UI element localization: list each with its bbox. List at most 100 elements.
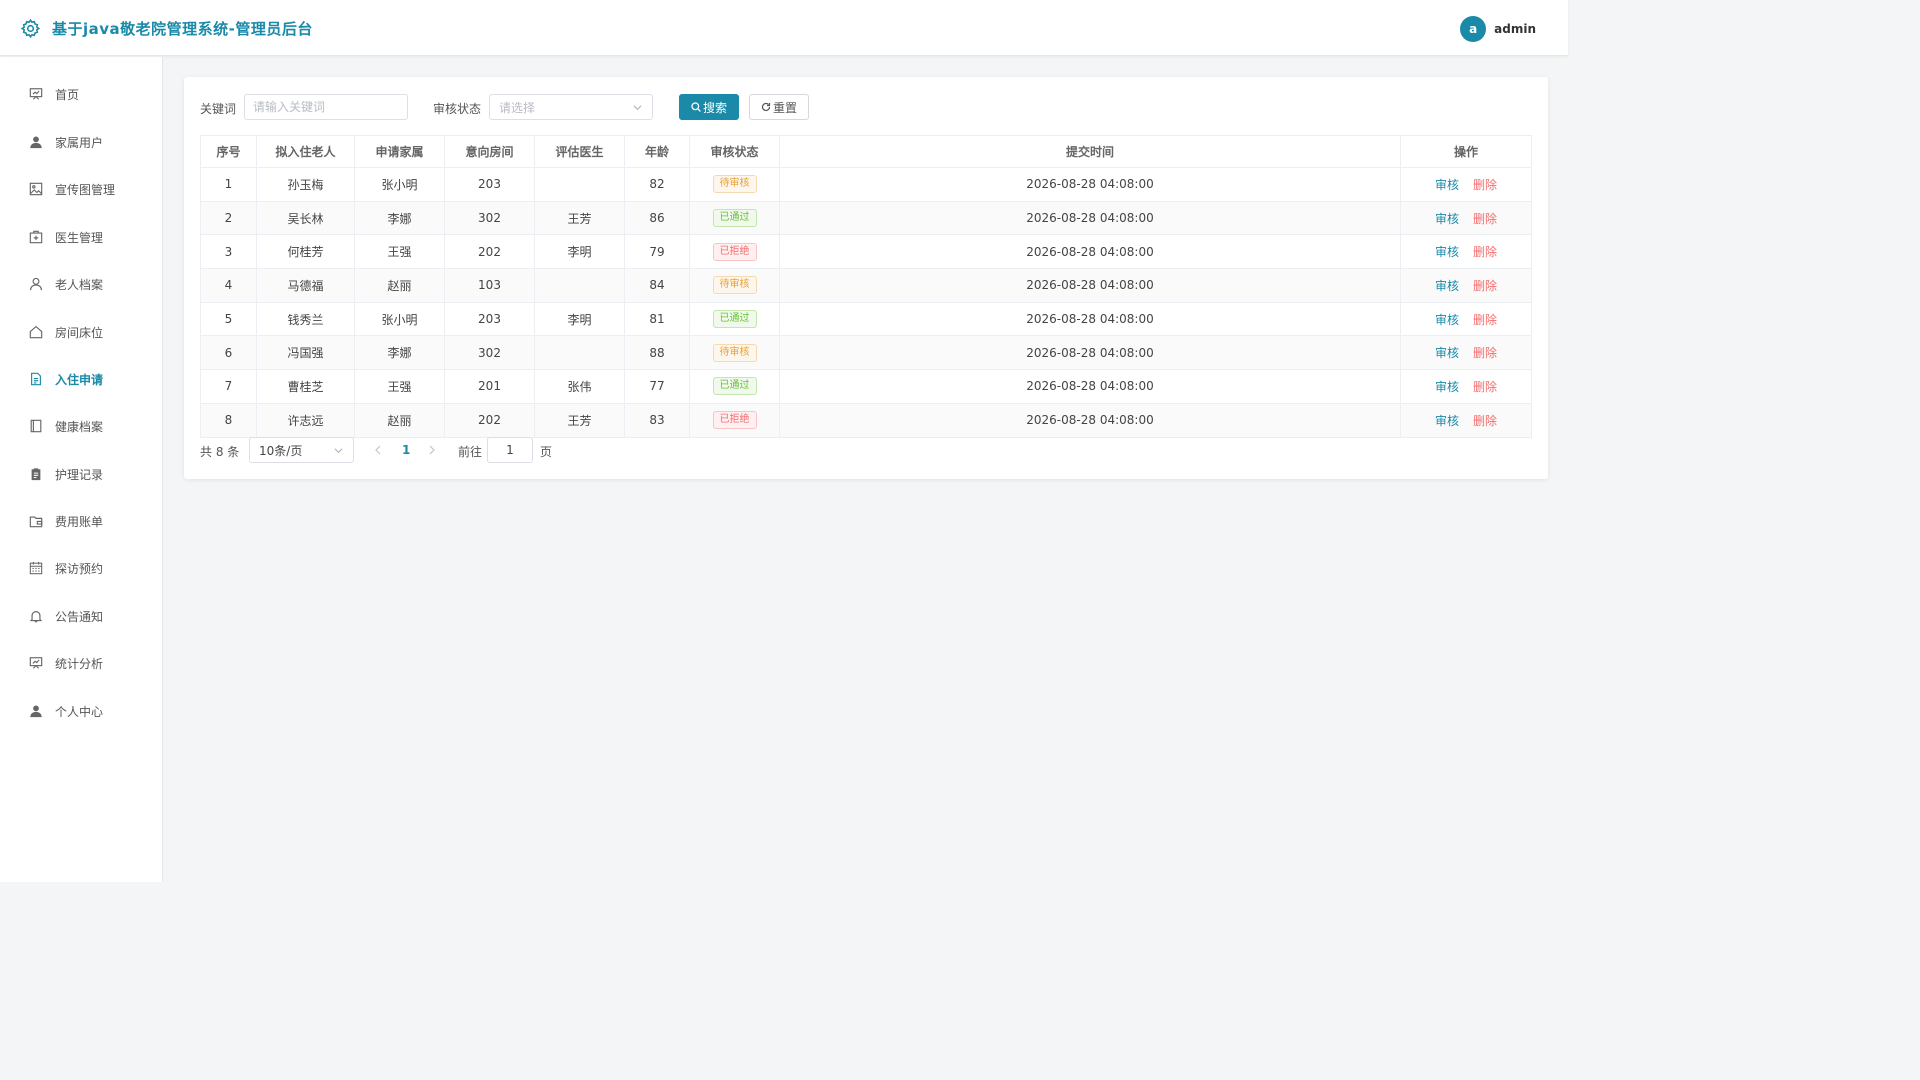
elder-name-cell: 曹桂芝 [256, 369, 355, 404]
delete-button[interactable]: 删除 [1473, 176, 1497, 193]
elder-name-cell: 冯国强 [256, 335, 355, 371]
actions-cell: 审核 删除 [1400, 200, 1532, 236]
table-row: 3 何桂芳 王强 202 李明 79 已拒绝 2026-08-28 04:08:00 审核 删除 [200, 234, 1532, 270]
room-cell: 302 [444, 200, 535, 236]
status-select[interactable]: 请选择 [489, 94, 653, 120]
user-menu[interactable]: a admin [1460, 16, 1536, 42]
sidebar-item-bills[interactable]: 费用账单 [0, 501, 162, 541]
column-header[interactable]: 评估医生 [534, 135, 625, 168]
sidebar-item-health-records[interactable]: 健康档案 [0, 406, 162, 446]
doctor-cell: 王芳 [534, 200, 625, 236]
actions-cell: 审核 删除 [1400, 301, 1532, 337]
notebook-icon [30, 419, 42, 433]
goto-page-input[interactable] [487, 437, 533, 463]
username-label[interactable]: admin [1494, 22, 1536, 36]
chevron-right-icon[interactable] [426, 443, 438, 457]
delete-button[interactable]: 删除 [1473, 378, 1497, 395]
column-header[interactable]: 审核状态 [689, 135, 780, 168]
actions-cell: 审核 删除 [1400, 335, 1532, 371]
submit-time-cell: 2026-08-28 04:08:00 [779, 335, 1401, 371]
age-cell: 83 [624, 402, 690, 438]
audit-button[interactable]: 审核 [1435, 412, 1459, 429]
sidebar-item-profile[interactable]: 个人中心 [0, 691, 162, 731]
clipboard-icon [31, 468, 41, 481]
age-cell: 79 [624, 234, 690, 270]
keyword-input[interactable] [244, 94, 408, 120]
audit-button[interactable]: 审核 [1435, 210, 1459, 227]
table-row: 5 钱秀兰 张小明 203 李明 81 已通过 2026-08-28 04:08:00 审核 删除 [200, 301, 1532, 337]
audit-button[interactable]: 审核 [1435, 378, 1459, 395]
doctor-cell [534, 335, 625, 371]
status-cell: 已拒绝 [689, 234, 780, 270]
status-badge: 已通过 [712, 209, 757, 228]
elder-name-cell: 孙玉梅 [256, 167, 355, 202]
sidebar-item-label: 首页 [55, 87, 80, 102]
column-header[interactable]: 年龄 [624, 135, 690, 168]
delete-button[interactable]: 删除 [1473, 243, 1497, 260]
table-row: 2 吴长林 李娜 302 王芳 86 已通过 2026-08-28 04:08:00 审核 删除 [200, 200, 1532, 236]
page-size-select[interactable]: 10条/页 [249, 437, 354, 463]
chevron-left-icon[interactable] [372, 443, 384, 457]
sidebar-item-label: 统计分析 [55, 656, 104, 671]
reset-button[interactable]: 重置 [749, 94, 809, 120]
room-cell: 103 [444, 268, 535, 303]
delete-button[interactable]: 删除 [1473, 210, 1497, 227]
sidebar-item-visits[interactable]: 探访预约 [0, 548, 162, 588]
sidebar-item-label: 探访预约 [55, 561, 104, 576]
search-button[interactable]: 搜索 [679, 94, 739, 120]
room-cell: 203 [444, 167, 535, 202]
status-badge: 已通过 [712, 310, 757, 329]
status-select-placeholder: 请选择 [499, 100, 536, 115]
sidebar-item-doctors[interactable]: 医生管理 [0, 217, 162, 257]
column-header[interactable]: 提交时间 [779, 135, 1401, 168]
audit-button[interactable]: 审核 [1435, 243, 1459, 260]
doctor-cell: 李明 [534, 234, 625, 270]
avatar[interactable]: a [1460, 16, 1487, 42]
bell-icon [29, 611, 43, 623]
column-header[interactable]: 意向房间 [444, 135, 535, 168]
submit-time-cell: 2026-08-28 04:08:00 [779, 234, 1401, 270]
audit-button[interactable]: 审核 [1435, 311, 1459, 328]
table-row: 6 冯国强 李娜 302 88 待审核 2026-08-28 04:08:00 审核 删除 [200, 335, 1532, 371]
status-badge: 已拒绝 [712, 411, 757, 430]
doctor-cell [534, 268, 625, 303]
audit-button[interactable]: 审核 [1435, 344, 1459, 361]
sidebar-item-elder-files[interactable]: 老人档案 [0, 264, 162, 304]
sidebar-item-home[interactable]: 首页 [0, 74, 162, 114]
current-page-number[interactable]: 1 [402, 443, 410, 457]
room-cell: 302 [444, 335, 535, 371]
delete-button[interactable]: 删除 [1473, 277, 1497, 294]
audit-button[interactable]: 审核 [1435, 277, 1459, 294]
search-icon [691, 102, 701, 112]
sidebar-item-admission[interactable]: 入住申请 [0, 359, 162, 399]
gear-icon [20, 18, 41, 39]
delete-button[interactable]: 删除 [1473, 412, 1497, 429]
audit-button[interactable]: 审核 [1435, 176, 1459, 193]
sidebar: 首页 家属用户 宣传图管理 医生管理 老人档案 房间床位 入住申请 健康档案 护… [0, 57, 163, 882]
sidebar-item-label: 老人档案 [55, 277, 104, 292]
room-cell: 201 [444, 369, 535, 404]
delete-button[interactable]: 删除 [1473, 311, 1497, 328]
column-header: 操作 [1400, 135, 1532, 168]
family-name-cell: 李娜 [354, 335, 445, 371]
pagination: 共 8 条 10条/页 1 前往 页 [200, 437, 800, 463]
sidebar-item-rooms[interactable]: 房间床位 [0, 312, 162, 352]
delete-button[interactable]: 删除 [1473, 344, 1497, 361]
age-cell: 82 [624, 167, 690, 202]
actions-cell: 审核 删除 [1400, 268, 1532, 303]
sidebar-item-label: 入住申请 [55, 372, 104, 387]
actions-cell: 审核 删除 [1400, 369, 1532, 404]
status-badge: 待审核 [712, 343, 757, 362]
column-header[interactable]: 申请家属 [354, 135, 445, 168]
reset-button-label: 重置 [772, 100, 797, 115]
sidebar-item-family-users[interactable]: 家属用户 [0, 122, 162, 162]
sidebar-item-statistics[interactable]: 统计分析 [0, 643, 162, 683]
sidebar-item-banners[interactable]: 宣传图管理 [0, 169, 162, 209]
column-header[interactable]: 序号 [200, 135, 257, 168]
age-cell: 86 [624, 200, 690, 236]
actions-cell: 审核 删除 [1400, 234, 1532, 270]
column-header[interactable]: 拟入住老人 [256, 135, 355, 168]
sidebar-item-notices[interactable]: 公告通知 [0, 596, 162, 636]
page-size-value: 10条/页 [259, 443, 303, 458]
sidebar-item-nursing-records[interactable]: 护理记录 [0, 454, 162, 494]
